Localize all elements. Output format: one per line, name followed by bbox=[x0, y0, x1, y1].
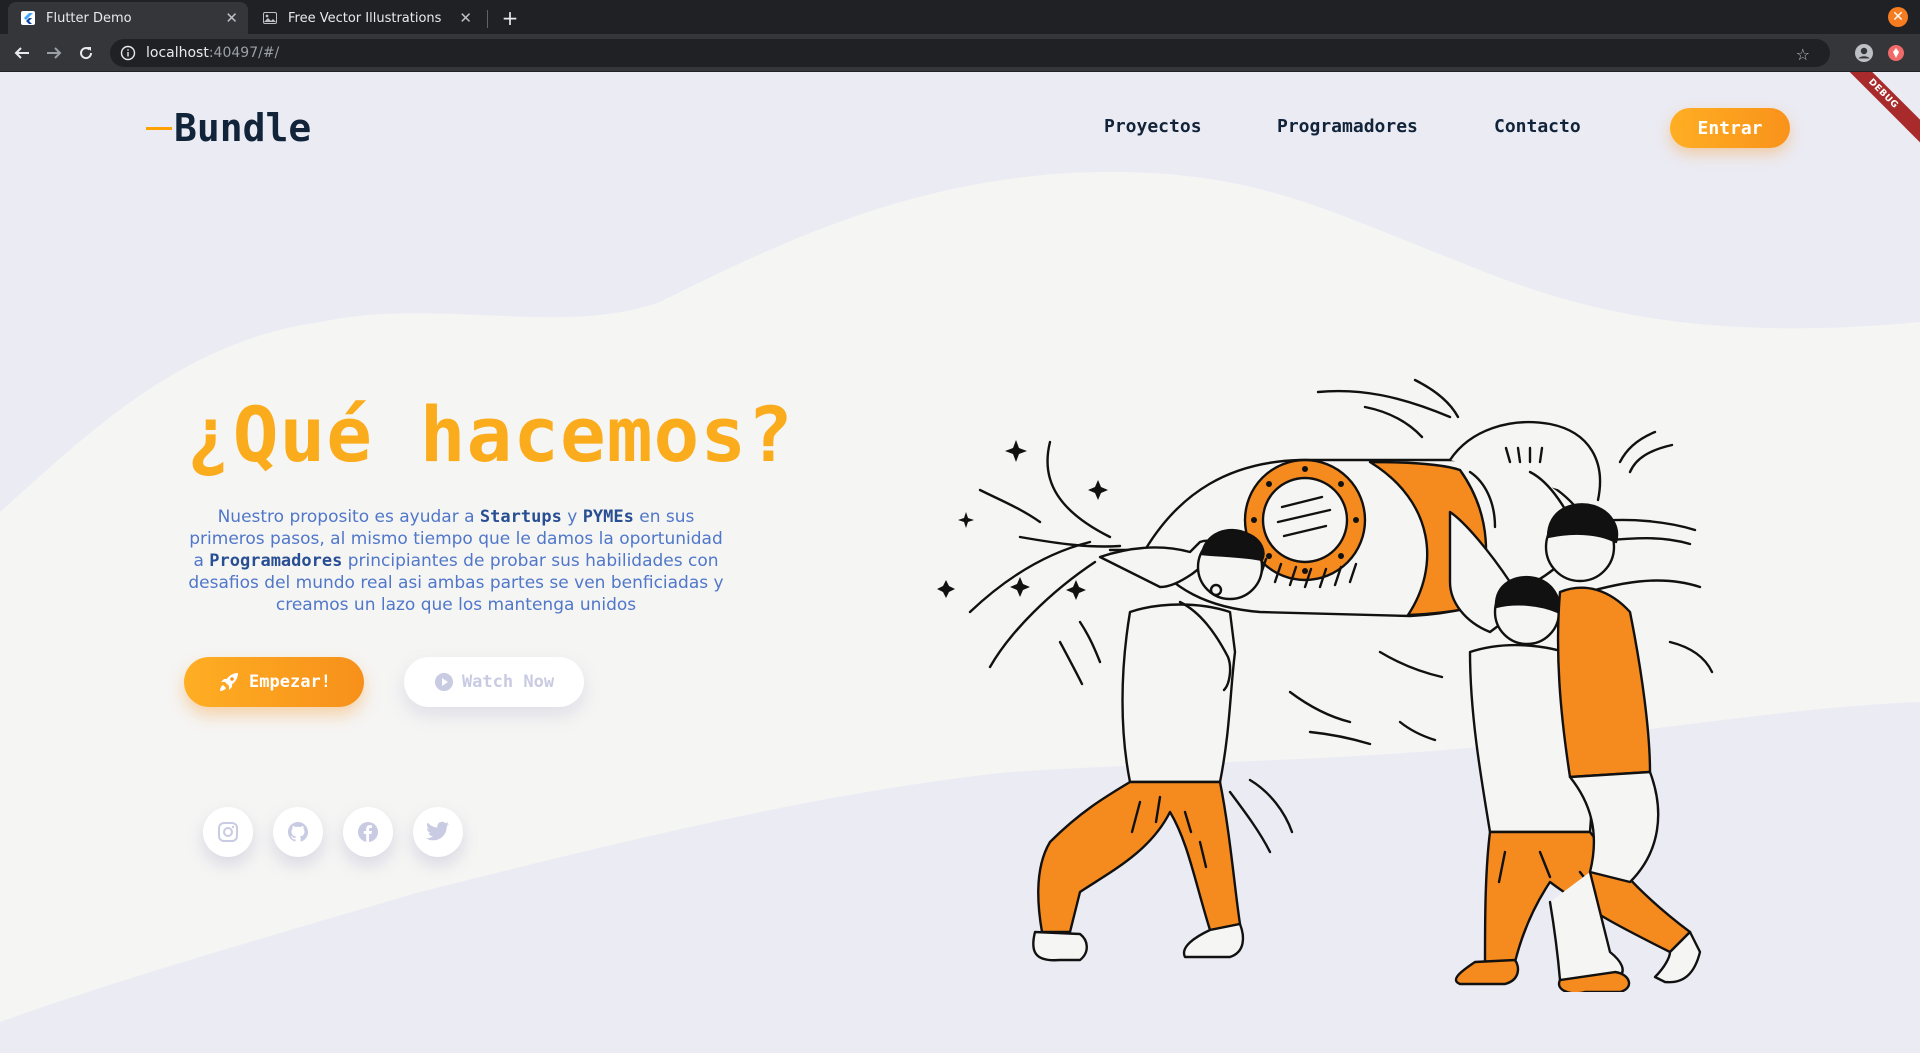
person-middle-shoe bbox=[1454, 958, 1520, 986]
close-tab-icon[interactable]: ✕ bbox=[459, 9, 472, 27]
motion-line bbox=[1058, 640, 1084, 686]
desc-programadores: Programadores bbox=[209, 551, 343, 571]
motion-line bbox=[1018, 535, 1122, 548]
desc-startups: Startups bbox=[479, 507, 562, 527]
twitter-icon bbox=[426, 821, 449, 841]
porthole-window bbox=[1261, 476, 1349, 564]
tab-free-vector[interactable]: Free Vector Illustrations ✕ bbox=[250, 2, 482, 34]
sparkle-icon bbox=[937, 580, 955, 598]
motion-line bbox=[1668, 640, 1714, 674]
flutter-icon bbox=[20, 10, 36, 26]
url-host: localhost bbox=[146, 45, 209, 61]
extension-button[interactable] bbox=[1885, 42, 1907, 64]
logo-dash bbox=[146, 126, 172, 130]
back-button[interactable] bbox=[10, 41, 34, 65]
profile-button[interactable] bbox=[1853, 42, 1875, 64]
facebook-button[interactable] bbox=[343, 807, 393, 857]
desc-pymes: PYMEs bbox=[582, 507, 634, 527]
entrar-button[interactable]: Entrar bbox=[1670, 108, 1790, 148]
motion-line bbox=[988, 560, 1097, 669]
tab-flutter-demo[interactable]: Flutter Demo ✕ bbox=[8, 2, 248, 34]
github-button[interactable] bbox=[273, 807, 323, 857]
sparkle-icon bbox=[958, 512, 974, 528]
watch-now-label: Watch Now bbox=[461, 672, 555, 692]
empezar-button[interactable]: Empezar! bbox=[184, 657, 364, 707]
hero-illustration bbox=[937, 378, 1714, 992]
hero-title: ¿Qué hacemos? bbox=[186, 390, 794, 479]
sparkle-icon bbox=[1010, 577, 1030, 597]
arrow-right-icon bbox=[47, 47, 62, 59]
extension-icon bbox=[1888, 45, 1904, 61]
motion-line bbox=[1628, 443, 1674, 474]
image-icon bbox=[262, 10, 278, 26]
window-close-button[interactable]: ✕ bbox=[1888, 7, 1908, 27]
motion-line bbox=[1078, 620, 1102, 664]
rocket-icon bbox=[220, 673, 239, 691]
github-icon bbox=[288, 822, 308, 842]
tab-separator bbox=[487, 10, 488, 28]
motion-line bbox=[978, 488, 1042, 524]
person-right-shirt bbox=[1556, 586, 1652, 779]
person-left-shoe bbox=[1032, 930, 1088, 962]
motion-line bbox=[1398, 720, 1437, 742]
tab-title: Free Vector Illustrations bbox=[288, 10, 442, 26]
person-left-shoe bbox=[1182, 922, 1245, 959]
nav-proyectos[interactable]: Proyectos bbox=[1104, 116, 1202, 137]
nav-contacto[interactable]: Contacto bbox=[1494, 116, 1581, 137]
play-circle-icon bbox=[434, 673, 453, 691]
motion-line bbox=[1288, 690, 1352, 724]
page: DEBUG Bundle Proyectos Programadores Con… bbox=[0, 72, 1920, 1053]
arrow-left-icon bbox=[14, 47, 29, 59]
url-path: :40497/#/ bbox=[208, 45, 280, 61]
twitter-button[interactable] bbox=[413, 807, 463, 857]
desc-text: y bbox=[561, 507, 583, 527]
motion-line bbox=[1363, 405, 1424, 439]
sparkle-icon bbox=[1005, 440, 1027, 462]
new-tab-button[interactable]: + bbox=[498, 6, 522, 30]
reload-icon bbox=[80, 47, 93, 60]
motion-line bbox=[1618, 430, 1657, 464]
motion-line bbox=[1228, 790, 1272, 854]
account-icon bbox=[1855, 44, 1873, 62]
motion-line bbox=[1248, 778, 1294, 834]
reload-button[interactable] bbox=[74, 41, 98, 65]
logo[interactable]: Bundle bbox=[146, 104, 311, 152]
facebook-icon bbox=[358, 822, 378, 842]
instagram-icon bbox=[218, 822, 238, 842]
instagram-button[interactable] bbox=[203, 807, 253, 857]
address-bar[interactable]: localhost :40497/#/ ☆ bbox=[110, 39, 1830, 67]
empezar-label: Empezar! bbox=[249, 672, 331, 692]
motion-line bbox=[1308, 730, 1372, 746]
sparkle-icon bbox=[1088, 480, 1108, 500]
nav-programadores[interactable]: Programadores bbox=[1277, 116, 1418, 137]
bookmark-star-icon[interactable]: ☆ bbox=[1796, 45, 1810, 64]
hero-description: Nuestro proposito es ayudar a Startups y… bbox=[186, 506, 726, 616]
sparkle-icon bbox=[1066, 580, 1086, 600]
info-icon bbox=[120, 45, 136, 61]
close-tab-icon[interactable]: ✕ bbox=[225, 9, 238, 27]
browser-tab-bar: Flutter Demo ✕ Free Vector Illustrations… bbox=[0, 0, 1920, 34]
tab-title: Flutter Demo bbox=[46, 10, 132, 26]
watch-now-button[interactable]: Watch Now bbox=[404, 657, 584, 707]
forward-button[interactable] bbox=[42, 41, 66, 65]
browser-toolbar: localhost :40497/#/ ☆ bbox=[0, 34, 1920, 72]
logo-text: Bundle bbox=[174, 106, 312, 150]
motion-line bbox=[1378, 650, 1444, 679]
person-left-shirt bbox=[1121, 603, 1237, 784]
desc-text: Nuestro proposito es ayudar a bbox=[217, 507, 480, 527]
